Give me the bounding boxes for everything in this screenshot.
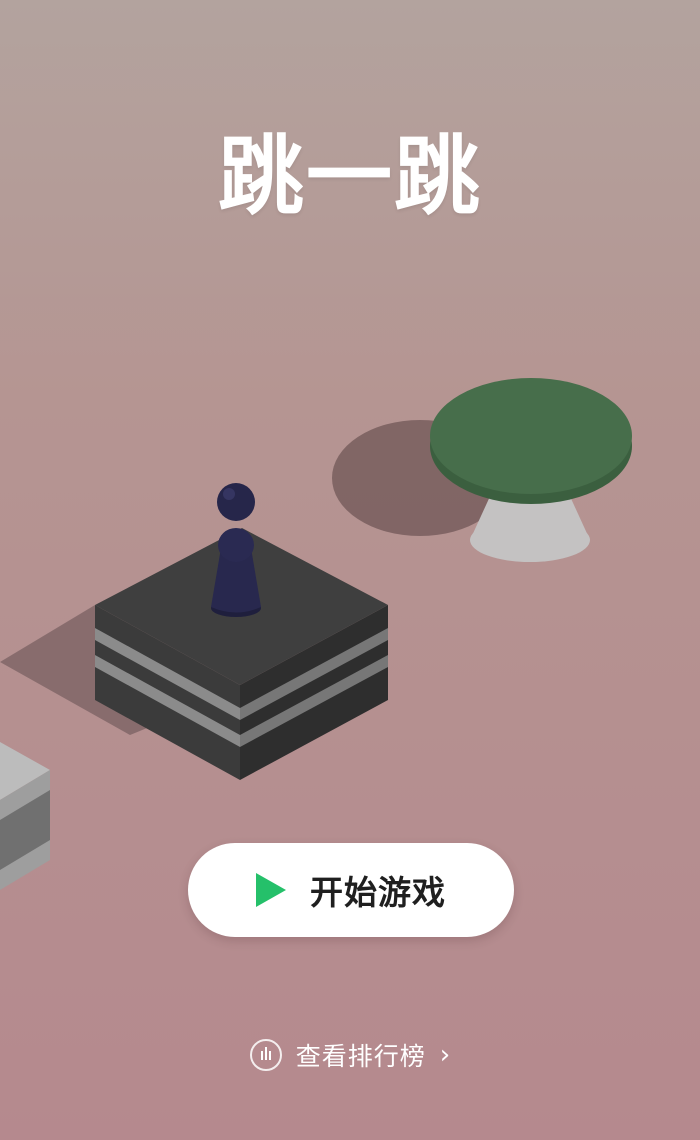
player-piece-head (217, 483, 255, 521)
grey-block-partial (0, 742, 50, 890)
mushroom-platform-top (430, 378, 632, 494)
player-piece-head-highlight (223, 488, 235, 500)
view-leaderboard-link[interactable]: 查看排行榜 › (0, 1032, 700, 1078)
start-game-label: 开始游戏 (310, 873, 446, 912)
mushroom-platform (430, 378, 632, 562)
mushroom-platform-stem-bottom (470, 518, 590, 562)
start-game-button[interactable]: 开始游戏 (188, 843, 514, 937)
player-piece-collar (218, 528, 254, 562)
view-leaderboard-label: 查看排行榜 (295, 1042, 426, 1071)
game-title: 跳一跳 (218, 127, 482, 227)
chevron-right-icon: › (439, 1040, 451, 1070)
play-icon (256, 873, 286, 907)
game-screen: 跳一跳 开始游戏 查看排行榜 › (0, 0, 700, 1140)
leaderboard-icon (249, 1039, 282, 1071)
